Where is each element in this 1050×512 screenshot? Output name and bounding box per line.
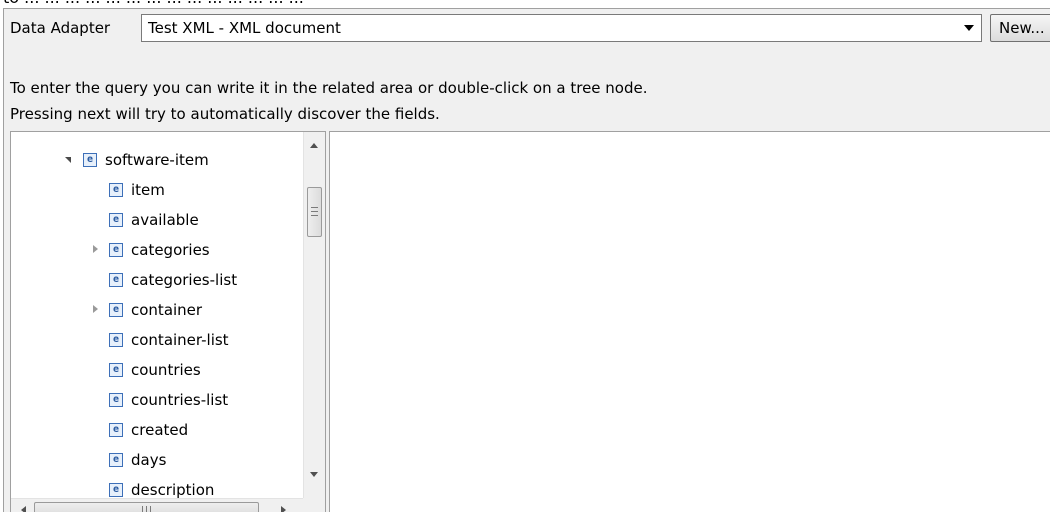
- xml-element-icon: e: [109, 483, 123, 497]
- tree-item[interactable]: e container-list: [11, 325, 303, 355]
- xml-tree-panel: e software-item e item e available e categories…: [10, 131, 326, 512]
- tree-item-label: days: [131, 451, 167, 469]
- grip-line: [142, 506, 143, 512]
- tree-item[interactable]: e description: [11, 475, 303, 498]
- xml-element-icon: e: [109, 363, 123, 377]
- tree-item[interactable]: e container: [11, 295, 303, 325]
- scroll-up-icon[interactable]: [310, 143, 318, 148]
- scroll-left-icon[interactable]: [21, 506, 26, 512]
- tree-item-label: software-item: [105, 151, 209, 169]
- scroll-down-icon[interactable]: [310, 472, 318, 477]
- tree-item-label: container: [131, 301, 203, 319]
- tree-item[interactable]: e created: [11, 415, 303, 445]
- tree-item[interactable]: e days: [11, 445, 303, 475]
- xml-element-icon: e: [109, 303, 123, 317]
- tree-item[interactable]: e categories-list: [11, 265, 303, 295]
- grip-line: [311, 211, 318, 212]
- tree-item[interactable]: e countries: [11, 355, 303, 385]
- tree-item-label: item: [131, 181, 165, 199]
- xml-element-icon: e: [109, 213, 123, 227]
- hint-line-2: Pressing next will try to automatically …: [10, 105, 440, 123]
- tree-item-label: categories: [131, 241, 210, 259]
- xml-tree[interactable]: e software-item e item e available e categories…: [11, 132, 303, 498]
- tree-item-label: created: [131, 421, 189, 439]
- scroll-right-icon[interactable]: [281, 506, 286, 512]
- tree-item[interactable]: e software-item: [11, 145, 303, 175]
- new-adapter-button-label: New...: [999, 19, 1045, 37]
- hint-line-1: To enter the query you can write it in t…: [10, 79, 648, 97]
- data-adapter-label: Data Adapter: [10, 19, 111, 37]
- query-dialog: Data Adapter Test XML - XML document New…: [3, 8, 1050, 512]
- vertical-scroll-thumb[interactable]: [307, 187, 322, 237]
- xml-element-icon: e: [109, 183, 123, 197]
- tree-item-label: countries-list: [131, 391, 229, 409]
- xml-element-icon: e: [109, 423, 123, 437]
- grip-line: [150, 506, 151, 512]
- page: to ... ... ... ... ... ... ... ... ... .…: [0, 0, 1050, 512]
- new-adapter-button[interactable]: New...: [990, 14, 1050, 42]
- tree-item-label: categories-list: [131, 271, 238, 289]
- xml-element-icon: e: [109, 333, 123, 347]
- tree-item[interactable]: e available: [11, 205, 303, 235]
- xml-element-icon: e: [109, 453, 123, 467]
- data-adapter-selected: Test XML - XML document: [148, 19, 341, 37]
- chevron-down-icon[interactable]: [964, 25, 974, 31]
- tree-item[interactable]: e item: [11, 175, 303, 205]
- tree-item-label: countries: [131, 361, 201, 379]
- xml-element-icon: e: [83, 153, 97, 167]
- xml-element-icon: e: [109, 393, 123, 407]
- tree-item-label: container-list: [131, 331, 229, 349]
- expand-arrow-icon[interactable]: [89, 235, 101, 265]
- tree-item[interactable]: e categories: [11, 235, 303, 265]
- data-adapter-combo[interactable]: Test XML - XML document: [141, 14, 982, 42]
- grip-line: [311, 215, 318, 216]
- tree-item-label: available: [131, 211, 199, 229]
- collapse-arrow-icon[interactable]: [63, 145, 75, 175]
- horizontal-scrollbar[interactable]: [11, 498, 303, 512]
- scroll-corner: [303, 498, 325, 512]
- grip-line: [146, 506, 147, 512]
- vertical-scrollbar[interactable]: [303, 132, 325, 498]
- grip-line: [311, 207, 318, 208]
- horizontal-scroll-thumb[interactable]: [34, 502, 259, 512]
- tree-item-label: description: [131, 481, 215, 498]
- xml-element-icon: e: [109, 243, 123, 257]
- xml-element-icon: e: [109, 273, 123, 287]
- query-editor[interactable]: [329, 131, 1050, 512]
- data-adapter-row: Data Adapter Test XML - XML document New…: [4, 9, 1050, 49]
- tree-item[interactable]: e countries-list: [11, 385, 303, 415]
- expand-arrow-icon[interactable]: [89, 295, 101, 325]
